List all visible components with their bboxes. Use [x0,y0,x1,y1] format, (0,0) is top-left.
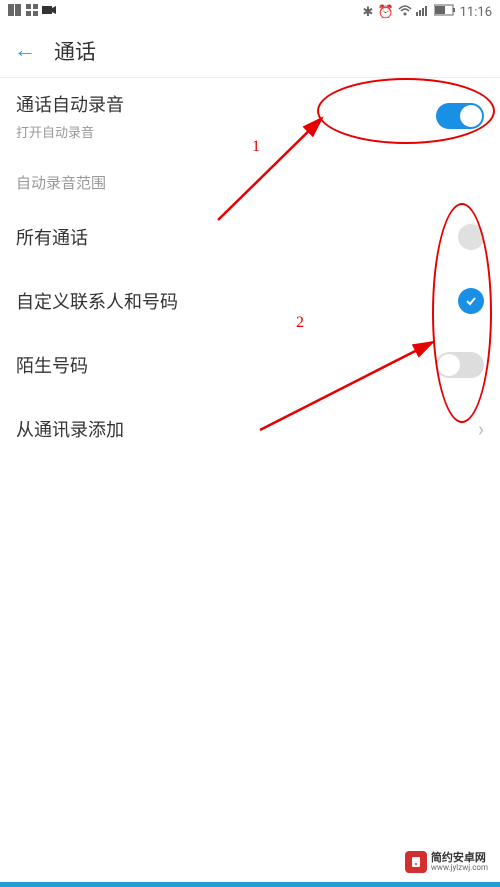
gallery-icon [8,4,22,20]
custom-contacts-label: 自定义联系人和号码 [16,288,178,314]
status-bar: ✱ ⏰ 11:16 [0,0,500,24]
chevron-right-icon: › [478,417,484,441]
watermark-icon [405,851,427,873]
status-time: 11:16 [460,5,492,20]
watermark: 简约安卓网 www.jylzwj.com [401,849,492,875]
auto-record-title: 通话自动录音 [16,91,124,117]
auto-record-toggle[interactable] [436,103,484,129]
back-icon[interactable]: ← [14,40,36,62]
all-calls-label: 所有通话 [16,224,88,250]
page-title: 通话 [54,36,96,66]
all-calls-radio[interactable] [458,224,484,250]
custom-contacts-row[interactable]: 自定义联系人和号码 [0,269,500,333]
auto-record-subtitle: 打开自动录音 [16,122,124,141]
watermark-url: www.jylzwj.com [431,864,488,873]
grid-icon [26,4,38,20]
wifi-icon [398,4,412,20]
bottom-accent-bar [0,882,500,887]
unknown-numbers-toggle[interactable] [436,352,484,378]
add-from-contacts-row[interactable]: 从通讯录添加 › [0,397,500,461]
all-calls-row[interactable]: 所有通话 [0,205,500,269]
section-header: 自动录音范围 [0,154,500,205]
battery-icon [434,4,456,20]
auto-record-row[interactable]: 通话自动录音 打开自动录音 [0,78,500,154]
custom-contacts-radio[interactable] [458,288,484,314]
watermark-title: 简约安卓网 [431,852,488,864]
signal-icon [416,4,430,20]
unknown-numbers-label: 陌生号码 [16,352,88,378]
bluetooth-icon: ✱ [363,5,374,20]
alarm-icon: ⏰ [377,5,393,20]
camera-icon [42,4,56,20]
add-from-contacts-label: 从通讯录添加 [16,416,124,442]
unknown-numbers-row[interactable]: 陌生号码 [0,333,500,397]
title-bar: ← 通话 [0,24,500,78]
